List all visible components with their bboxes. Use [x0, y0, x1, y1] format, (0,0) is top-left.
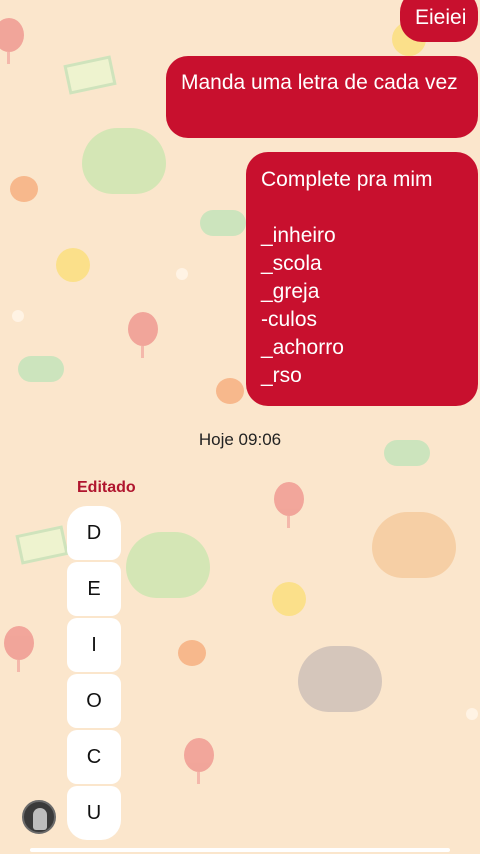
- sparkle-icon: [466, 708, 478, 720]
- received-message-bubble[interactable]: E: [67, 562, 121, 616]
- message-text: Eieiei: [415, 6, 467, 29]
- sent-message-bubble[interactable]: Manda uma letra de cada vez: [166, 56, 478, 138]
- date-separator: Hoje 09:06: [198, 430, 282, 449]
- message-lines: _inheiro _scola _greja -culos _achorro _…: [261, 224, 344, 387]
- received-message-bubble[interactable]: I: [67, 618, 121, 672]
- received-message-bubble[interactable]: D: [67, 506, 121, 560]
- coin-icon: [272, 582, 306, 616]
- lantern-icon: [0, 18, 24, 64]
- received-message-bubble[interactable]: C: [67, 730, 121, 784]
- person-icon: [33, 808, 47, 830]
- orange-icon: [178, 640, 206, 666]
- lantern-icon: [184, 738, 214, 784]
- edited-label: Editado: [77, 479, 136, 496]
- sent-message-bubble[interactable]: Complete pra mim _inheiro _scola _greja …: [246, 152, 478, 406]
- cat-icon: [82, 128, 166, 194]
- snake-icon: [200, 210, 246, 236]
- received-message-bubble[interactable]: O: [67, 674, 121, 728]
- orange-icon: [10, 176, 38, 202]
- lantern-icon: [274, 482, 304, 528]
- coin-icon: [56, 248, 90, 282]
- cat-icon: [298, 646, 382, 712]
- cat-icon: [372, 512, 456, 578]
- received-letter-stack: D E I O C U: [67, 506, 121, 842]
- money-bill-icon: [15, 525, 69, 565]
- contact-avatar[interactable]: [22, 800, 56, 834]
- sparkle-icon: [176, 268, 188, 280]
- message-title: Complete pra mim: [261, 168, 433, 191]
- orange-icon: [216, 378, 244, 404]
- lantern-icon: [128, 312, 158, 358]
- cat-icon: [126, 532, 210, 598]
- sent-message-bubble[interactable]: Eieiei: [400, 0, 478, 42]
- home-indicator[interactable]: [30, 848, 450, 852]
- sparkle-icon: [12, 310, 24, 322]
- snake-icon: [18, 356, 64, 382]
- received-message-bubble[interactable]: U: [67, 786, 121, 840]
- lantern-icon: [4, 626, 34, 672]
- money-bill-icon: [63, 55, 117, 95]
- message-text: Manda uma letra de cada vez: [181, 71, 458, 94]
